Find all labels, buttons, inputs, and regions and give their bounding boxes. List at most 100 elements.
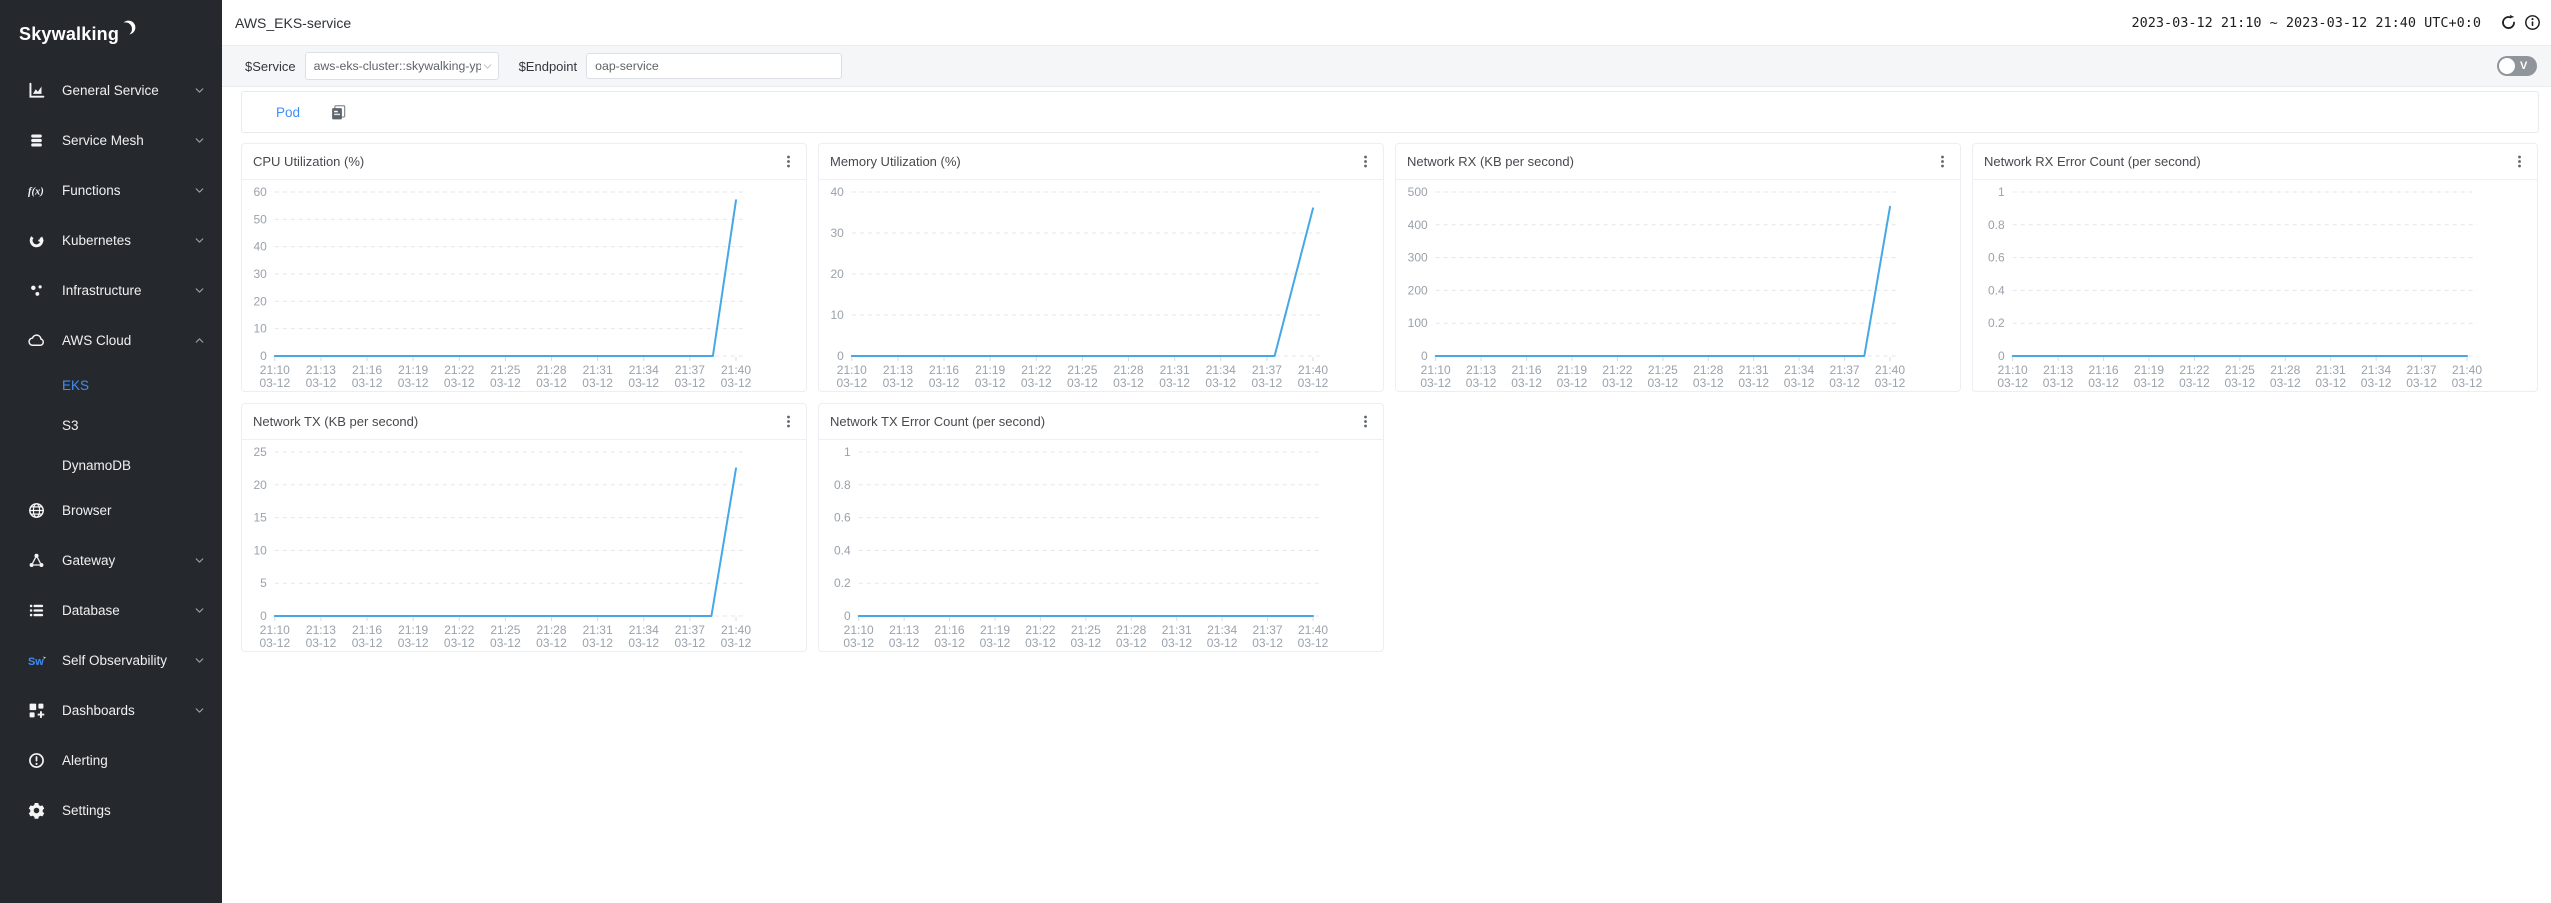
kebab-menu-icon[interactable] — [779, 412, 798, 431]
chart-card-header: Memory Utilization (%) — [819, 144, 1383, 180]
chart-canvas[interactable]: 01020304021:1003-1221:1303-1221:1603-122… — [819, 180, 1383, 391]
sidebar-item-alerting[interactable]: Alerting — [0, 735, 222, 785]
globe-icon — [28, 502, 47, 519]
x-tick-label: 21:37 — [1830, 363, 1860, 377]
chevron-down-icon — [193, 84, 206, 97]
x-tick-date-label: 03-12 — [628, 636, 659, 650]
chart-card-header: Network RX Error Count (per second) — [1973, 144, 2537, 180]
x-tick-date-label: 03-12 — [1116, 636, 1147, 650]
chart-canvas[interactable]: 00.20.40.60.8121:1003-1221:1303-1221:160… — [819, 440, 1383, 651]
sidebar-item-eks[interactable]: EKS — [0, 365, 222, 405]
sidebar-item-browser[interactable]: Browser — [0, 485, 222, 535]
chart-title: Network TX Error Count (per second) — [830, 414, 1356, 429]
x-tick-date-label: 03-12 — [1159, 376, 1190, 390]
x-tick-label: 21:19 — [1557, 363, 1587, 377]
x-tick-label: 21:37 — [1253, 623, 1283, 637]
y-tick-label: 20 — [253, 478, 267, 492]
x-tick-label: 21:13 — [306, 363, 336, 377]
x-tick-label: 21:22 — [444, 363, 474, 377]
tab-pod[interactable]: Pod — [276, 105, 300, 120]
chart-card-network-rx-kb-per-second: Network RX (KB per second)01002003004005… — [1395, 143, 1961, 392]
x-tick-label: 21:37 — [2407, 363, 2437, 377]
y-tick-label: 5 — [260, 576, 267, 590]
sidebar-item-s3[interactable]: S3 — [0, 405, 222, 445]
copy-icon[interactable] — [330, 104, 347, 121]
functions-icon: f(x) — [28, 182, 47, 199]
x-tick-date-label: 03-12 — [2452, 376, 2483, 390]
x-tick-date-label: 03-12 — [975, 376, 1006, 390]
info-icon[interactable] — [2524, 14, 2541, 31]
sidebar-item-general-service[interactable]: General Service — [0, 65, 222, 115]
sidebar-item-label: General Service — [62, 83, 193, 98]
mesh-icon — [28, 132, 47, 149]
x-tick-label: 21:16 — [1512, 363, 1542, 377]
x-tick-label: 21:10 — [260, 623, 290, 637]
kebab-menu-icon[interactable] — [1356, 152, 1375, 171]
x-tick-label: 21:25 — [2225, 363, 2255, 377]
x-tick-date-label: 03-12 — [1647, 376, 1678, 390]
chart-title: CPU Utilization (%) — [253, 154, 779, 169]
sidebar-item-aws-cloud[interactable]: AWS Cloud — [0, 315, 222, 365]
x-tick-label: 21:22 — [1602, 363, 1632, 377]
x-tick-label: 21:13 — [306, 623, 336, 637]
x-tick-label: 21:34 — [2361, 363, 2391, 377]
chart-canvas[interactable]: 010203040506021:1003-1221:1303-1221:1603… — [242, 180, 806, 391]
endpoint-input[interactable] — [586, 53, 842, 79]
chart-card-header: Network RX (KB per second) — [1396, 144, 1960, 180]
chart-title: Network RX (KB per second) — [1407, 154, 1933, 169]
sidebar-item-label: Functions — [62, 183, 193, 198]
chevron-down-icon — [193, 604, 206, 617]
chart-card-header: Network TX (KB per second) — [242, 404, 806, 440]
x-tick-date-label: 03-12 — [1025, 636, 1056, 650]
x-tick-label: 21:13 — [883, 363, 913, 377]
chart-canvas[interactable]: 051015202521:1003-1221:1303-1221:1603-12… — [242, 440, 806, 651]
svg-text:Sw: Sw — [28, 655, 44, 667]
sidebar-item-infrastructure[interactable]: Infrastructure — [0, 265, 222, 315]
sidebar-item-label: Service Mesh — [62, 133, 193, 148]
sidebar: Skywalking General ServiceService Meshf(… — [0, 0, 222, 903]
infrastructure-icon — [28, 282, 47, 299]
kebab-menu-icon[interactable] — [1933, 152, 1952, 171]
sidebar-item-self-observability[interactable]: Sw Self Observability — [0, 635, 222, 685]
endpoint-label: $Endpoint — [519, 59, 578, 74]
refresh-icon[interactable] — [2500, 14, 2517, 31]
y-tick-label: 0.8 — [834, 478, 851, 492]
sidebar-item-service-mesh[interactable]: Service Mesh — [0, 115, 222, 165]
x-tick-date-label: 03-12 — [1829, 376, 1860, 390]
x-tick-date-label: 03-12 — [1161, 636, 1192, 650]
sidebar-item-gateway[interactable]: Gateway — [0, 535, 222, 585]
kebab-menu-icon[interactable] — [2510, 152, 2529, 171]
sidebar-item-label: Alerting — [62, 753, 206, 768]
x-tick-label: 21:19 — [398, 363, 428, 377]
chart-card-header: CPU Utilization (%) — [242, 144, 806, 180]
edit-mode-toggle[interactable]: V — [2497, 56, 2537, 76]
x-tick-date-label: 03-12 — [675, 636, 706, 650]
x-tick-label: 21:13 — [1466, 363, 1496, 377]
chart-canvas[interactable]: 010020030040050021:1003-1221:1303-1221:1… — [1396, 180, 1960, 391]
service-select[interactable]: aws-eks-cluster::skywalking-yp — [305, 52, 499, 80]
time-range-picker[interactable]: 2023-03-12 21:10 ~ 2023-03-12 21:40 UTC+… — [2132, 15, 2482, 31]
x-tick-date-label: 03-12 — [1738, 376, 1769, 390]
x-tick-date-label: 03-12 — [675, 376, 706, 390]
x-tick-label: 21:37 — [1252, 363, 1282, 377]
sidebar-item-dashboards[interactable]: Dashboards — [0, 685, 222, 735]
sidebar-item-settings[interactable]: Settings — [0, 785, 222, 835]
chart-card-header: Network TX Error Count (per second) — [819, 404, 1383, 440]
chart-card-memory-utilization: Memory Utilization (%)01020304021:1003-1… — [818, 143, 1384, 392]
sidebar-item-label: Settings — [62, 803, 206, 818]
sidebar-item-label: Self Observability — [62, 653, 193, 668]
x-tick-label: 21:31 — [1160, 363, 1190, 377]
x-tick-label: 21:16 — [935, 623, 965, 637]
chart-canvas[interactable]: 00.20.40.60.8121:1003-1221:1303-1221:160… — [1973, 180, 2537, 391]
x-tick-label: 21:19 — [975, 363, 1005, 377]
sidebar-item-dynamodb[interactable]: DynamoDB — [0, 445, 222, 485]
kebab-menu-icon[interactable] — [1356, 412, 1375, 431]
sidebar-item-kubernetes[interactable]: Kubernetes — [0, 215, 222, 265]
sidebar-item-database[interactable]: Database — [0, 585, 222, 635]
gateway-icon — [28, 552, 47, 569]
sidebar-item-functions[interactable]: f(x) Functions — [0, 165, 222, 215]
chevron-down-icon — [481, 60, 494, 73]
x-tick-date-label: 03-12 — [843, 636, 874, 650]
kebab-menu-icon[interactable] — [779, 152, 798, 171]
x-tick-label: 21:40 — [1875, 363, 1905, 377]
